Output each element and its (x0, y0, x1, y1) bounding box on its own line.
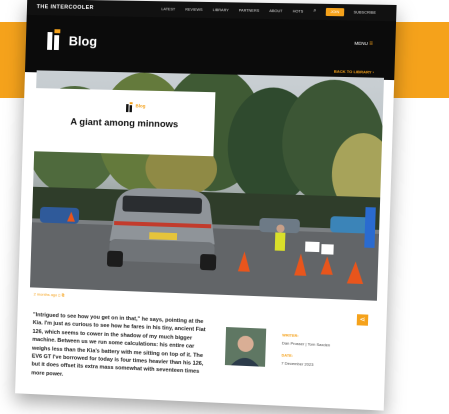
page-title: Blog (68, 33, 98, 49)
intercooler-logo-small-icon (126, 102, 134, 113)
hamburger-icon: ≡ (369, 41, 373, 48)
article-age: 2 months ago (33, 291, 58, 298)
join-button[interactable]: JOIN (325, 7, 345, 17)
date-label: DATE: (281, 353, 294, 358)
back-to-library-link[interactable]: BACK TO LIBRARY › (334, 69, 374, 75)
writer-value[interactable]: Dan Prosser | Tom Saxden (282, 340, 330, 347)
nav-link-partners[interactable]: PARTNERS (236, 6, 263, 14)
nav-link-about[interactable]: ABOUT (266, 7, 286, 15)
menu-label: MENU (354, 40, 368, 47)
share-icon: ⋖ (359, 316, 366, 324)
date-value: 7 December 2023 (281, 360, 314, 367)
article-title-card: Blog A giant among minnows (34, 88, 216, 157)
article-meta: 2 months ago ▯ ⧉ (34, 291, 65, 297)
nav-link-latest[interactable]: LATEST (158, 5, 178, 13)
author-avatar (224, 327, 267, 367)
subscribe-button[interactable]: SUBSCRIBE (348, 8, 381, 17)
nav-links: LATEST REVIEWS LIBRARY PARTNERS ABOUT HO… (158, 5, 381, 17)
share-button[interactable]: ⋖ (356, 314, 369, 326)
bookmark-icon[interactable]: ▯ ⧉ (58, 292, 64, 297)
search-icon[interactable]: ⌕ (310, 8, 319, 16)
menu-button[interactable]: MENU ≡ (354, 41, 373, 47)
article-paragraph: "Intrigued to see how you get on in that… (31, 312, 206, 378)
writer-label: WRITER: (282, 333, 299, 339)
author-portrait (224, 327, 267, 367)
nav-link-library[interactable]: LIBRARY (209, 6, 231, 14)
article-category[interactable]: Blog (135, 103, 145, 108)
hero-photo: Blog A giant among minnows (29, 70, 385, 301)
article-title: A giant among minnows (70, 116, 179, 131)
nav-link-reviews[interactable]: REVIEWS (182, 6, 206, 14)
nav-link-hots[interactable]: HOTS (289, 7, 306, 15)
site-brand[interactable]: THE INTERCOOLER (37, 4, 135, 12)
intercooler-logo-icon[interactable] (45, 29, 63, 51)
web-page: THE INTERCOOLER LATEST REVIEWS LIBRARY P… (15, 0, 397, 411)
